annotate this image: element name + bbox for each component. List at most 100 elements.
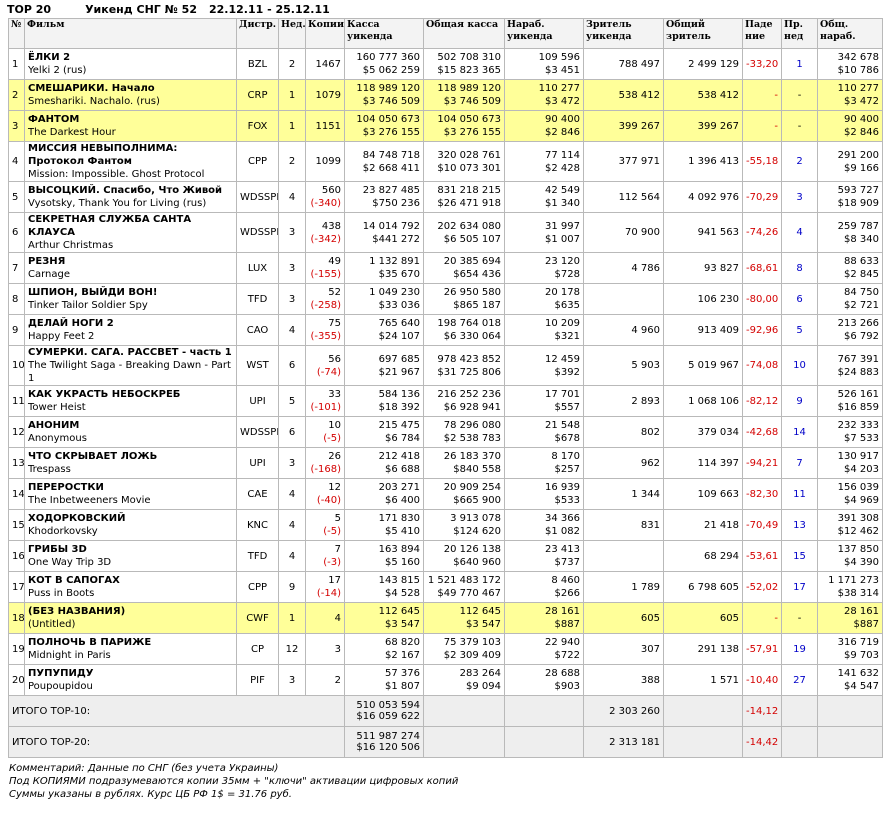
film-title-en: Khodorkovsky: [28, 526, 98, 537]
total-admissions-cell: 605: [663, 602, 743, 634]
total-box-rub: 26 950 580: [443, 287, 501, 298]
week: 6: [288, 360, 296, 371]
drop-cell: -: [742, 602, 782, 634]
weekend-admissions-cell: 538 412: [583, 79, 664, 111]
weekend-avg-usd: $2 428: [545, 162, 580, 174]
table-row: 3 ФАНТОМ The Darkest Hour FOX 1 1151 104 050 6…: [8, 110, 883, 142]
box-office-report: TOP 20 Уикенд СНГ № 52 22.12.11 - 25.12.11…: [0, 0, 886, 802]
prev-week-cell: 11: [781, 478, 818, 510]
total-box-rub: 104 050 673: [437, 114, 501, 125]
weekend-box-rub: 215 475: [378, 420, 420, 431]
film-title-ru: (БЕЗ НАЗВАНИЯ): [28, 606, 126, 617]
cum-avg-usd: $4 547: [844, 681, 879, 692]
total-box-rub: 1 521 483 172: [427, 575, 501, 586]
week-cell: 3: [278, 447, 306, 479]
film-title-ru: СМЕШАРИКИ. Начало: [28, 83, 155, 94]
table-row: 15 ХОДОРКОВСКИЙ Khodorkovsky KNC 4 5 (-5) 171 8…: [8, 509, 883, 541]
total-admissions-cell: 291 138: [663, 633, 743, 665]
total-admissions-cell: 5 019 967: [663, 345, 743, 386]
rank: 18: [12, 612, 25, 624]
week-cell: 6: [278, 345, 306, 386]
prev-week-cell: 2: [781, 141, 818, 182]
total-admissions-cell: 913 409: [663, 314, 743, 346]
film-title-ru: ШПИОН, ВЫЙДИ ВОН!: [28, 287, 158, 298]
weekend-box-usd: $4 528: [385, 588, 420, 599]
drop-percent: -53,61: [746, 550, 779, 562]
copies-cell: 438 (-342): [305, 212, 345, 253]
weekend-avg-usd: $635: [554, 300, 580, 311]
copies: 438: [321, 220, 341, 232]
rank: 13: [12, 457, 25, 469]
weekend-box-cell: 584 136 $18 392: [344, 385, 424, 417]
rank-cell: 7: [8, 252, 25, 284]
table-row: 13 ЧТО СКРЫВАЕТ ЛОЖЬ Trespass UPI 3 26 (-168) 2…: [8, 447, 883, 479]
cum-avg-rub: 767 391: [837, 353, 879, 365]
copies: 49: [328, 256, 341, 267]
rank-cell: 17: [8, 571, 25, 603]
weekend-box-rub: 160 777 360: [356, 52, 420, 63]
table-row: 7 РЕЗНЯ Carnage LUX 3 49 (-155) 1 132 891 $35 67…: [8, 252, 883, 284]
drop-cell: -52,02: [742, 571, 782, 603]
distributor-cell: LUX: [236, 252, 279, 284]
distributor: CAO: [246, 324, 269, 336]
copies-change: (-258): [310, 300, 342, 311]
film-title-ru: ВЫСОЦКИЙ. Спасибо, Что Живой: [28, 185, 223, 196]
weekend-box-rub: 212 418: [378, 451, 420, 462]
weekend-box-usd: $6 688: [385, 464, 420, 475]
total-box-rub: 216 252 236: [437, 389, 501, 400]
weekend-admissions: 4 786: [631, 262, 660, 274]
weekend-box-rub: 14 014 792: [362, 220, 420, 232]
cum-avg-rub: 90 400: [844, 114, 879, 125]
weekend-admissions-cell: 4 960: [583, 314, 664, 346]
total-admissions-cell: 6 798 605: [663, 571, 743, 603]
total-admissions: 1 396 413: [688, 156, 739, 167]
weekend-admissions: 962: [640, 457, 660, 469]
prev-week-cell: -: [781, 79, 818, 111]
prev-week-rank: -: [797, 120, 802, 132]
weekend-box-cell: 171 830 $5 410: [344, 509, 424, 541]
weekend-avg-cell: 21 548 $678: [504, 416, 584, 448]
cum-avg-usd: $887: [853, 619, 879, 630]
total-admissions-cell: 106 230: [663, 283, 743, 315]
drop-percent: -70,29: [746, 191, 779, 203]
weekend-admissions: 399 267: [618, 120, 660, 132]
prev-week-rank: 4: [796, 227, 803, 238]
total-box-usd: $6 330 064: [443, 331, 501, 342]
copies-cell: 4: [305, 602, 345, 634]
table-row: 16 ГРИБЫ 3D One Way Trip 3D TFD 4 7 (-3) 163 89…: [8, 540, 883, 572]
total-box-usd: $3 276 155: [443, 127, 501, 138]
total-admissions-cell: 4 092 976: [663, 181, 743, 213]
film-title-en: Poupoupidou: [28, 681, 93, 692]
col-header: Нед.: [278, 18, 306, 49]
weekend-box-cell: 1 132 891 $35 670: [344, 252, 424, 284]
copies-cell: 5 (-5): [305, 509, 345, 541]
weekend-box-rub: 112 645: [378, 606, 420, 617]
total-admissions-cell: 1 068 106: [663, 385, 743, 417]
empty-cell: [663, 726, 743, 758]
weekend-avg-cell: 8 460 $266: [504, 571, 584, 603]
distributor: PIF: [250, 674, 265, 686]
copies-cell: 75 (-355): [305, 314, 345, 346]
film-cell: ГРИБЫ 3D One Way Trip 3D: [24, 540, 237, 572]
rank-cell: 15: [8, 509, 25, 541]
copies-cell: 12 (-40): [305, 478, 345, 510]
week: 12: [285, 643, 299, 655]
copies-cell: 26 (-168): [305, 447, 345, 479]
cum-avg-rub: 291 200: [837, 149, 879, 161]
cum-avg-rub: 88 633: [844, 256, 879, 267]
distributor: UPI: [249, 395, 266, 407]
weekend-admissions: 5 903: [631, 360, 660, 371]
totals-box-rub: 511 987 274: [356, 731, 420, 742]
total-box-rub: 78 296 080: [443, 420, 501, 431]
rank-cell: 16: [8, 540, 25, 572]
copies-cell: 1099: [305, 141, 345, 182]
weekend-avg-usd: $903: [554, 681, 580, 692]
weekend-avg-usd: $2 846: [545, 127, 580, 138]
col-header: Пр. нед: [781, 18, 818, 49]
weekend-box-usd: $33 036: [378, 300, 420, 311]
copies-cell: 49 (-155): [305, 252, 345, 284]
table-row: 1 ЁЛКИ 2 Yelki 2 (rus) BZL 2 1467 160 777 360 $…: [8, 48, 883, 80]
film-title-en: Anonymous: [28, 433, 87, 444]
weekend-admissions-cell: [583, 540, 664, 572]
distributor-cell: CAE: [236, 478, 279, 510]
